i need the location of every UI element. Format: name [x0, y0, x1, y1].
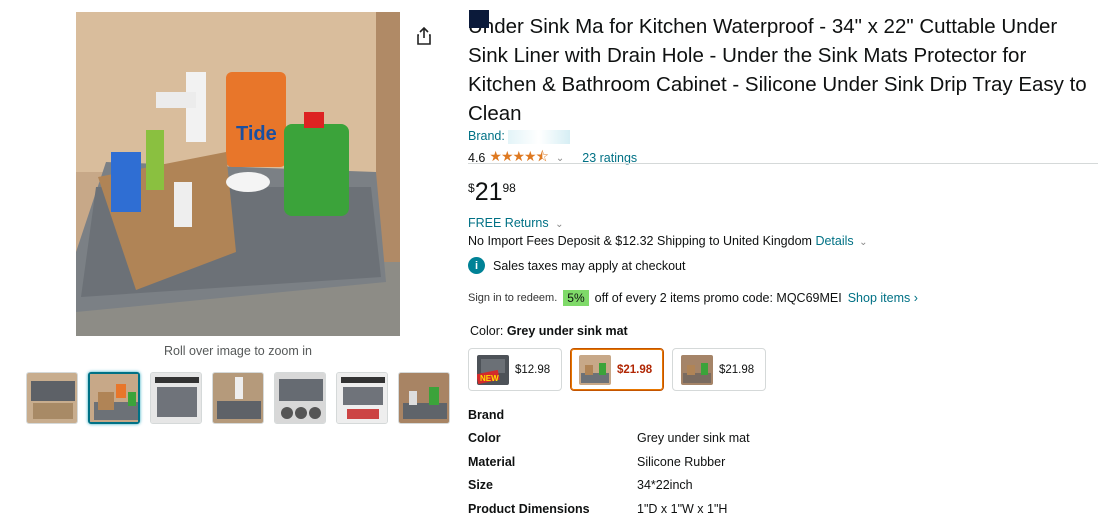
product-photo: Tide — [76, 12, 400, 336]
chevron-down-icon[interactable]: ⌄ — [556, 153, 564, 164]
svg-text:Tide: Tide — [236, 123, 277, 145]
tax-note: i Sales taxes may apply at checkout — [468, 257, 685, 274]
color-label: Color: — [470, 324, 504, 338]
spec-row: Size 34*22inch — [468, 474, 750, 498]
chevron-down-icon: ⌄ — [555, 219, 564, 230]
share-icon[interactable] — [414, 26, 434, 46]
info-icon: i — [468, 257, 485, 274]
spec-key: Material — [468, 454, 516, 469]
price: $2198 — [468, 178, 516, 207]
tax-text: Sales taxes may apply at checkout — [493, 258, 686, 273]
chevron-down-icon[interactable]: ⌄ — [859, 237, 867, 248]
thumbnail[interactable] — [398, 372, 450, 424]
thumbnail[interactable] — [212, 372, 264, 424]
thumbnail[interactable] — [150, 372, 202, 424]
free-returns-label: FREE Returns — [468, 216, 549, 230]
new-badge: NEW — [480, 374, 499, 383]
swatch-image: NEW — [477, 354, 509, 385]
price-symbol: $ — [468, 181, 475, 195]
zoom-hint: Roll over image to zoom in — [164, 344, 312, 358]
spec-key: Product Dimensions — [468, 501, 590, 514]
rating-row: 4.6 ★★★★⯪ ⌄ 23 ratings — [468, 146, 637, 170]
redaction-block — [469, 10, 489, 28]
spec-row: Brand — [468, 403, 750, 427]
product-specs-table: Brand Color Grey under sink mat Material… — [468, 403, 750, 514]
promo-text: off of every 2 items promo code: MQC69ME… — [594, 291, 842, 305]
product-title: Under Sink Ma for Kitchen Waterproof - 3… — [468, 15, 1087, 125]
color-option[interactable]: NEW $12.98 — [468, 348, 562, 391]
star-rating-icon[interactable]: ★★★★⯪ — [489, 146, 548, 170]
shipping-text: No Import Fees Deposit & $12.32 Shipping… — [468, 234, 812, 248]
thumbnail[interactable] — [336, 372, 388, 424]
promo-badge: 5% — [563, 290, 589, 306]
swatch-image — [681, 354, 713, 385]
promo-row: Sign in to redeem. 5% off of every 2 ite… — [468, 290, 918, 306]
thumbnail-strip — [26, 372, 450, 424]
spec-key: Size — [468, 478, 494, 493]
swatch-price: $21.98 — [719, 363, 755, 376]
brand-label: Brand: — [468, 129, 505, 143]
spec-value: Silicone Rubber — [637, 454, 726, 469]
brand-name-blurred[interactable] — [508, 129, 571, 144]
thumbnail[interactable] — [274, 372, 326, 424]
divider — [468, 163, 1098, 164]
swatch-price: $12.98 — [515, 363, 551, 376]
thumbnail[interactable] — [26, 372, 78, 424]
color-option[interactable]: $21.98 — [672, 348, 766, 391]
swatch-image — [579, 354, 611, 385]
spec-row: Product Dimensions 1"D x 1"W x 1"H — [468, 497, 750, 514]
color-selector-label: Color: Grey under sink mat — [470, 324, 628, 338]
brand-row[interactable]: Brand: — [468, 129, 571, 144]
color-option-selected[interactable]: $21.98 — [570, 348, 664, 391]
shop-items-link[interactable]: Shop items › — [848, 291, 918, 305]
free-returns-link[interactable]: FREE Returns ⌄ — [468, 216, 563, 230]
price-whole: 21 — [474, 178, 503, 206]
spec-value: 34*22inch — [637, 478, 693, 493]
thumbnail-selected[interactable] — [88, 372, 140, 424]
spec-key: Color — [468, 431, 501, 446]
color-swatches: NEW $12.98 $21.98 $21.98 — [468, 348, 766, 391]
sign-in-text[interactable]: Sign in to redeem. — [468, 292, 557, 304]
spec-value: 1"D x 1"W x 1"H — [637, 501, 728, 514]
details-link[interactable]: Details — [815, 234, 853, 248]
shipping-info: No Import Fees Deposit & $12.32 Shipping… — [468, 234, 868, 248]
spec-value: Grey under sink mat — [637, 431, 750, 446]
spec-row: Color Grey under sink mat — [468, 427, 750, 451]
spec-row: Material Silicone Rubber — [468, 450, 750, 474]
swatch-price: $21.98 — [617, 363, 653, 376]
color-value: Grey under sink mat — [506, 324, 628, 338]
spec-key: Brand — [468, 407, 505, 422]
main-product-image[interactable]: Tide — [76, 12, 400, 336]
price-fraction: 98 — [502, 181, 516, 195]
